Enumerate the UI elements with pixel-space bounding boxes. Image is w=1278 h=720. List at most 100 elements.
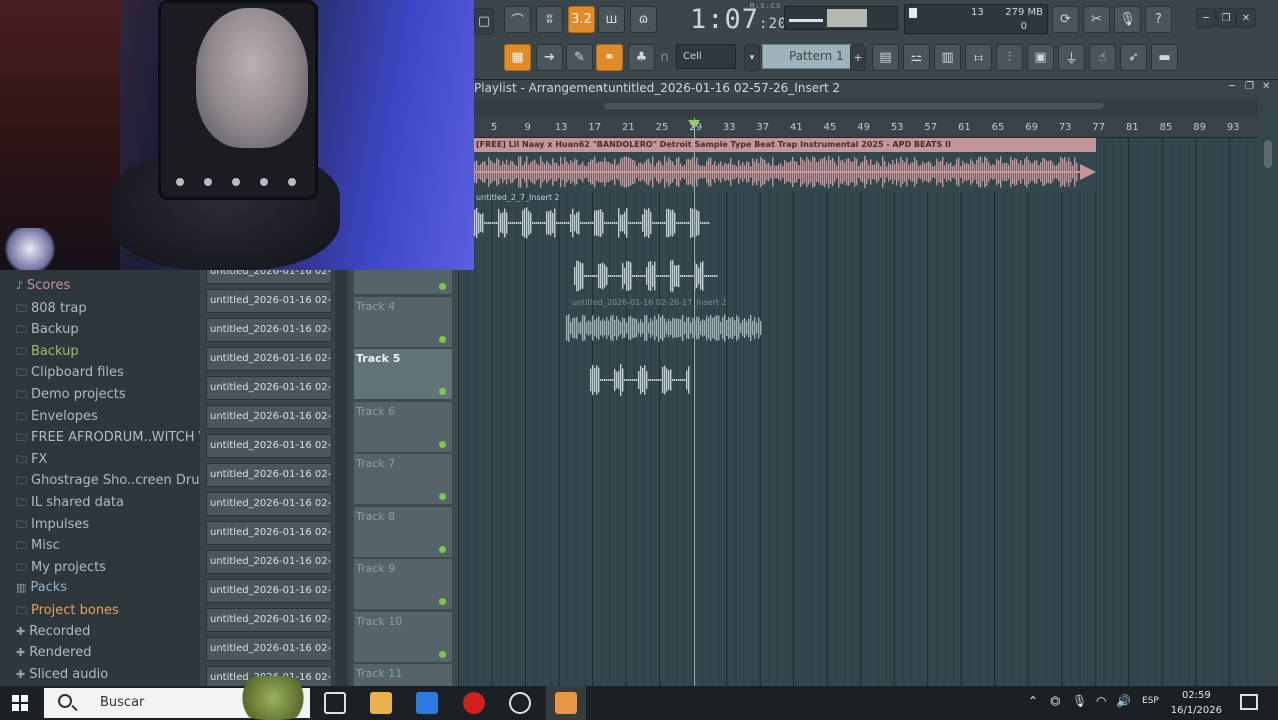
tray-language[interactable]: ESP xyxy=(1142,696,1159,706)
track-header[interactable]: Track 8 xyxy=(354,506,452,557)
browser-item[interactable]: 🗀 Misc xyxy=(16,537,60,556)
time-display[interactable]: 1:07:20 M:S:CS xyxy=(690,2,787,35)
picker-clip-item[interactable]: untitled_2026-01-16 02-... xyxy=(206,463,332,487)
plugin-icon[interactable]: ⏚ xyxy=(1058,44,1085,71)
windows-start-icon[interactable] xyxy=(12,695,28,711)
step-edit-icon[interactable]: ш xyxy=(598,6,625,33)
playlist-close-icon[interactable]: ✕ xyxy=(1262,81,1270,92)
draw-icon[interactable]: ✎ xyxy=(566,44,593,71)
playlist-restore-icon[interactable]: ❐ xyxy=(1245,81,1254,92)
picker-scrollbar[interactable] xyxy=(335,270,347,686)
track-mute-led[interactable] xyxy=(439,335,446,343)
toolbar-edge-button[interactable]: ▢ xyxy=(474,8,494,35)
clip-waveform-3[interactable] xyxy=(574,258,718,294)
song-mode-icon[interactable]: ▦ xyxy=(504,44,531,71)
browser-item[interactable]: ▥ Packs xyxy=(16,580,67,595)
microphone-icon[interactable]: 🎙 xyxy=(1114,6,1141,33)
browser-item[interactable]: 🗀 My projects xyxy=(16,559,106,578)
master-volume-meter[interactable] xyxy=(784,6,898,30)
store-app-icon[interactable] xyxy=(416,692,438,714)
snap-dropdown-icon[interactable]: ▾ xyxy=(744,44,760,71)
track-mute-led[interactable] xyxy=(439,440,446,448)
picker-clip-item[interactable]: untitled_2026-01-16 02-... xyxy=(206,550,332,574)
browser-item[interactable]: ✚ Recorded xyxy=(16,624,90,639)
restore-icon[interactable]: ❐ xyxy=(1216,8,1236,28)
app-red-icon[interactable] xyxy=(463,692,485,714)
track-mute-led[interactable] xyxy=(439,283,446,290)
track-header[interactable]: Track 4 xyxy=(354,296,452,347)
picker-clip-item[interactable]: untitled_2026-01-16 02-... xyxy=(206,289,332,313)
app-circle-icon[interactable] xyxy=(509,692,531,714)
tray-network-icon[interactable]: ◠ xyxy=(1096,694,1106,708)
playlist-horizontal-scrollbar[interactable] xyxy=(474,98,1258,118)
piano-roll-icon[interactable]: ⚍ xyxy=(903,44,930,71)
playlist-vertical-scrollbar[interactable] xyxy=(1258,98,1278,686)
picker-clip-item[interactable]: untitled_2026-01-16 02-... xyxy=(206,405,332,429)
add-pattern-icon[interactable]: + xyxy=(850,44,866,71)
browser-item[interactable]: 🗀 Demo projects xyxy=(16,386,126,405)
snap-select[interactable]: Cell xyxy=(676,44,736,69)
project-icon[interactable]: ▣ xyxy=(1027,44,1054,71)
clip-waveform[interactable] xyxy=(474,152,1096,192)
playlist-icon[interactable]: ▤ xyxy=(872,44,899,71)
picker-clip-item[interactable]: untitled_2026-01-16 02-... xyxy=(206,492,332,516)
browser-item[interactable]: 🗀 Backup xyxy=(16,321,79,340)
browser-item[interactable]: ✚ Sliced audio xyxy=(16,667,108,682)
clip-waveform-4[interactable] xyxy=(566,310,762,346)
track-mute-led[interactable] xyxy=(439,650,446,658)
wait-input-icon[interactable]: ʬ xyxy=(536,6,563,33)
clip-header[interactable]: [FREE] Lil Naay x Huan62 "BANDOLERO" Det… xyxy=(474,138,1096,152)
loop-record-icon[interactable]: ɷ xyxy=(630,6,657,33)
track-header[interactable]: Track 10 xyxy=(354,611,452,662)
tray-mic-icon[interactable]: 🎙 xyxy=(1072,694,1087,708)
picker-clip-item[interactable]: untitled_2026-01-16 02-... xyxy=(206,318,332,342)
browser-item[interactable]: 🗀 Clipboard files xyxy=(16,364,124,383)
track-header[interactable]: Track 7 xyxy=(354,454,452,504)
track-header[interactable]: Track 9 xyxy=(354,559,452,609)
picker-clip-item[interactable]: untitled_2026-01-16 02-... xyxy=(206,608,332,632)
browser-item[interactable]: ♪ Scores xyxy=(16,278,70,293)
store-icon[interactable]: ▬ xyxy=(1151,44,1178,71)
picker-clip-item[interactable]: untitled_2026-01-16 02-... xyxy=(206,347,332,371)
track-mute-led[interactable] xyxy=(439,598,446,605)
clip-waveform-5[interactable] xyxy=(590,362,690,398)
magnet-icon[interactable]: ∩ xyxy=(660,50,670,65)
timeline-ruler[interactable]: 5 9 13 17 21 25 29 33 37 41 45 49 53 57 61 65 69 73 77 81 85… xyxy=(474,118,1258,138)
metronome-icon[interactable]: ⌒ xyxy=(504,6,531,33)
tray-chevron-icon[interactable]: ⌃ xyxy=(1028,694,1038,708)
browser-item[interactable]: 🗀 Project bones xyxy=(16,602,119,621)
track-mute-led[interactable] xyxy=(439,388,446,395)
playlist-minimize-icon[interactable]: ─ xyxy=(1229,81,1235,92)
browser-item[interactable]: 🗀 IL shared data xyxy=(16,494,124,513)
browser-item[interactable]: 🗀 Impulses xyxy=(16,516,89,535)
playlist-header[interactable]: Playlist - Arrangement › untitled_2026-0… xyxy=(474,80,1278,98)
tray-icon-1[interactable]: ⏣ xyxy=(1050,694,1060,708)
track-mute-led[interactable] xyxy=(439,493,446,500)
picker-clip-item[interactable]: untitled_2026-01-16 02-... xyxy=(206,637,332,661)
minimize-icon[interactable]: ─ xyxy=(1196,8,1216,28)
arrow-icon[interactable]: ➔ xyxy=(536,44,563,71)
close-icon[interactable]: ✕ xyxy=(1236,8,1256,28)
reset-icon[interactable]: ⟳ xyxy=(1052,6,1079,33)
browser-item[interactable]: 🗀 FX xyxy=(16,451,47,470)
browser-item[interactable]: ✚ Rendered xyxy=(16,645,91,660)
tray-clock[interactable]: 02:59 16/1/2026 xyxy=(1171,688,1222,718)
file-explorer-icon[interactable] xyxy=(370,692,392,714)
share-icon[interactable]: ➶ xyxy=(1120,44,1147,71)
help-icon[interactable]: ? xyxy=(1145,6,1172,33)
link-icon[interactable]: ⚭ xyxy=(596,44,623,71)
notification-icon[interactable] xyxy=(1240,694,1258,710)
picker-clip-item[interactable]: untitled_2026-01-16 02-... xyxy=(206,376,332,400)
browser-item[interactable]: 🗀 Backup xyxy=(16,343,79,362)
browser-item[interactable]: 🗀 Envelopes xyxy=(16,408,98,427)
task-view-icon[interactable] xyxy=(324,692,346,714)
channel-rack-icon[interactable]: ▥ xyxy=(934,44,961,71)
track-mute-led[interactable] xyxy=(439,545,446,553)
picker-clip-item[interactable]: untitled_2026-01-16 02-... xyxy=(206,521,332,545)
browser-icon[interactable]: ⫶ xyxy=(996,44,1023,71)
cut-icon[interactable]: ✂ xyxy=(1083,6,1110,33)
countdown-button[interactable]: 3.2 xyxy=(568,6,595,33)
track-header[interactable]: Track 6 xyxy=(354,401,452,452)
track-header[interactable]: Track 5 xyxy=(354,349,452,399)
picker-clip-item[interactable]: untitled_2026-01-16 02-... xyxy=(206,434,332,458)
